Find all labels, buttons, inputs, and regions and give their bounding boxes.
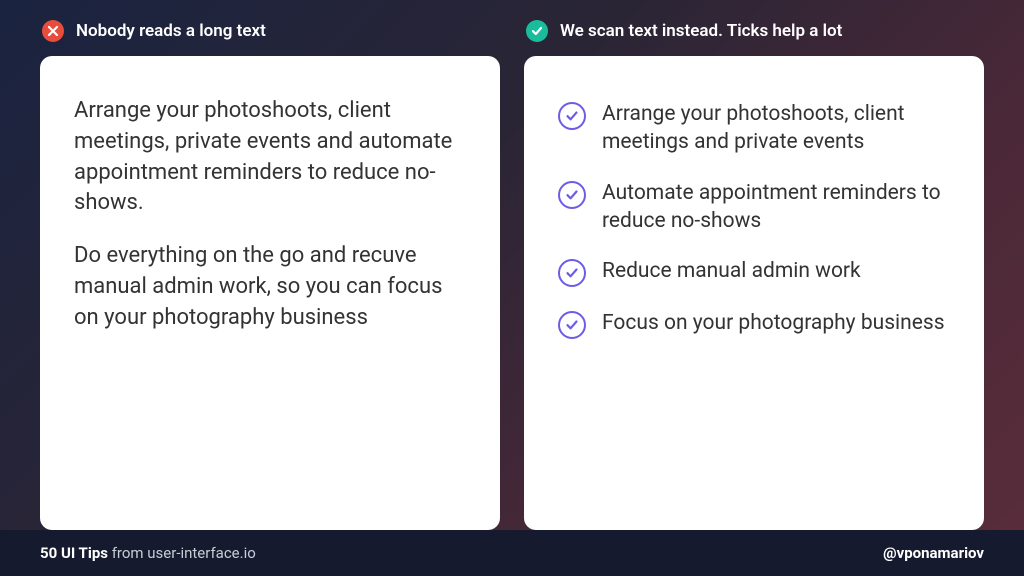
bullet-text: Reduce manual admin work (602, 257, 861, 285)
list-item: Focus on your photography business (558, 309, 950, 339)
x-icon (42, 20, 64, 42)
bad-example-column: Nobody reads a long text Arrange your ph… (40, 20, 500, 530)
footer-source: 50 UI Tips from user-interface.io (40, 544, 256, 562)
bad-title: Nobody reads a long text (76, 21, 266, 41)
list-item: Reduce manual admin work (558, 257, 950, 287)
good-header: We scan text instead. Ticks help a lot (524, 20, 984, 42)
footer-title: 50 UI Tips (40, 544, 108, 562)
bad-header: Nobody reads a long text (40, 20, 500, 42)
tick-icon (558, 259, 586, 287)
good-example-column: We scan text instead. Ticks help a lot A… (524, 20, 984, 530)
footer-bar: 50 UI Tips from user-interface.io @vpona… (0, 530, 1024, 576)
list-item: Automate appointment reminders to reduce… (558, 179, 950, 236)
tick-icon (558, 181, 586, 209)
tick-icon (558, 311, 586, 339)
bullet-list: Arrange your photoshoots, client meeting… (558, 96, 950, 339)
footer-handle: @vponamariov (883, 544, 984, 562)
good-card: Arrange your photoshoots, client meeting… (524, 56, 984, 530)
comparison-row: Nobody reads a long text Arrange your ph… (0, 0, 1024, 530)
footer-subtitle: from user-interface.io (108, 544, 256, 562)
bad-card: Arrange your photoshoots, client meeting… (40, 56, 500, 530)
bullet-text: Arrange your photoshoots, client meeting… (602, 100, 950, 157)
bad-paragraph: Arrange your photoshoots, client meeting… (74, 96, 466, 219)
bullet-text: Focus on your photography business (602, 309, 945, 337)
bad-paragraph: Do everything on the go and recuve manua… (74, 241, 466, 333)
list-item: Arrange your photoshoots, client meeting… (558, 100, 950, 157)
tick-icon (558, 102, 586, 130)
check-icon (526, 20, 548, 42)
good-title: We scan text instead. Ticks help a lot (560, 21, 842, 41)
bullet-text: Automate appointment reminders to reduce… (602, 179, 950, 236)
